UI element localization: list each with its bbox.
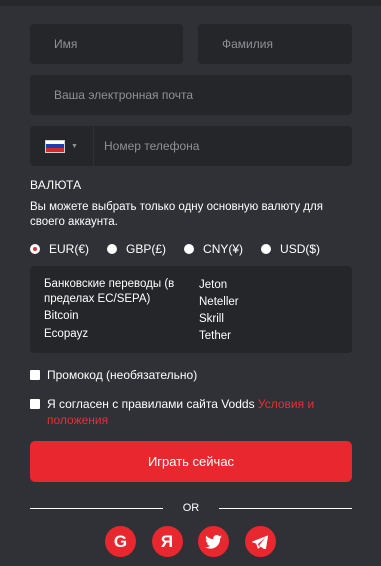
payment-method: Bitcoin <box>44 310 79 322</box>
divider-line-left <box>30 507 163 509</box>
play-now-button[interactable]: Играть сейчас <box>30 441 352 482</box>
currency-option-label: EUR(€) <box>49 242 90 256</box>
payment-methods-col-1: Банковские переводы (в пределах ЕС/SEPA)… <box>44 277 199 353</box>
promo-checkbox-row[interactable]: Промокод (необязательно) <box>30 367 197 383</box>
top-bar <box>0 0 381 6</box>
telegram-login-button[interactable] <box>244 526 276 557</box>
first-name-placeholder: Имя <box>54 37 78 51</box>
google-icon: G <box>113 531 128 551</box>
currency-option-label: GBP(£) <box>126 242 167 256</box>
currency-option-label: USD($) <box>280 242 321 256</box>
payment-method: Neteller <box>199 296 239 308</box>
currency-option-cny[interactable]: CNY(¥) <box>184 242 243 256</box>
terms-text: Я согласен с правилами сайта Vodds Услов… <box>47 396 330 428</box>
radio-icon <box>184 244 195 254</box>
currency-radio-group: EUR(€) GBP(£) CNY(¥) USD($) <box>30 242 338 256</box>
radio-icon <box>107 244 118 254</box>
phone-field[interactable]: ▼ Номер телефона <box>30 126 352 166</box>
payment-method: Ecopayz <box>44 328 89 340</box>
currency-title: ВАЛЮТА <box>30 178 82 192</box>
terms-checkbox[interactable] <box>30 399 40 409</box>
twitter-login-button[interactable] <box>198 526 229 557</box>
payment-method: Tether <box>199 330 231 342</box>
chevron-down-icon: ▼ <box>71 142 78 150</box>
currency-option-eur[interactable]: EUR(€) <box>30 242 89 256</box>
payment-methods-col-2: Jeton Neteller Skrill Tether <box>199 277 329 353</box>
currency-option-usd[interactable]: USD($) <box>261 242 320 256</box>
country-code-select[interactable]: ▼ <box>30 126 94 166</box>
email-placeholder: Ваша электронная почта <box>54 88 194 102</box>
radio-checked-icon <box>30 244 40 254</box>
payment-method: Skrill <box>199 313 224 325</box>
email-field[interactable]: Ваша электронная почта <box>30 75 352 115</box>
social-login-buttons: G Я <box>105 526 291 557</box>
or-divider: OR <box>30 502 352 514</box>
divider-text: OR <box>182 502 200 514</box>
currency-option-label: CNY(¥) <box>203 242 244 256</box>
terms-label: Я согласен с правилами сайта Vodds <box>47 397 258 411</box>
payment-method: Jeton <box>199 279 228 291</box>
payment-methods-box: Банковские переводы (в пределах ЕС/SEPA)… <box>30 266 352 353</box>
first-name-field[interactable]: Имя <box>30 24 183 64</box>
twitter-icon <box>205 534 222 549</box>
yandex-login-button[interactable]: Я <box>151 526 183 557</box>
last-name-field[interactable]: Фамилия <box>198 24 352 64</box>
currency-note: Вы можете выбрать только одну основную в… <box>30 201 323 228</box>
promo-checkbox[interactable] <box>30 370 40 380</box>
phone-placeholder: Номер телефона <box>104 139 200 153</box>
radio-icon <box>261 244 272 254</box>
divider-line-right <box>219 507 352 509</box>
currency-option-gbp[interactable]: GBP(£) <box>107 242 166 256</box>
telegram-icon <box>252 534 268 549</box>
last-name-placeholder: Фамилия <box>222 37 273 51</box>
terms-checkbox-row[interactable]: Я согласен с правилами сайта Vodds Услов… <box>30 396 330 428</box>
russia-flag-icon <box>45 139 66 153</box>
yandex-icon: Я <box>160 531 174 551</box>
promo-label: Промокод (необязательно) <box>47 368 198 382</box>
payment-method: Банковские переводы (в пределах ЕС/SEPA) <box>44 278 175 305</box>
google-login-button[interactable]: G <box>105 526 136 557</box>
